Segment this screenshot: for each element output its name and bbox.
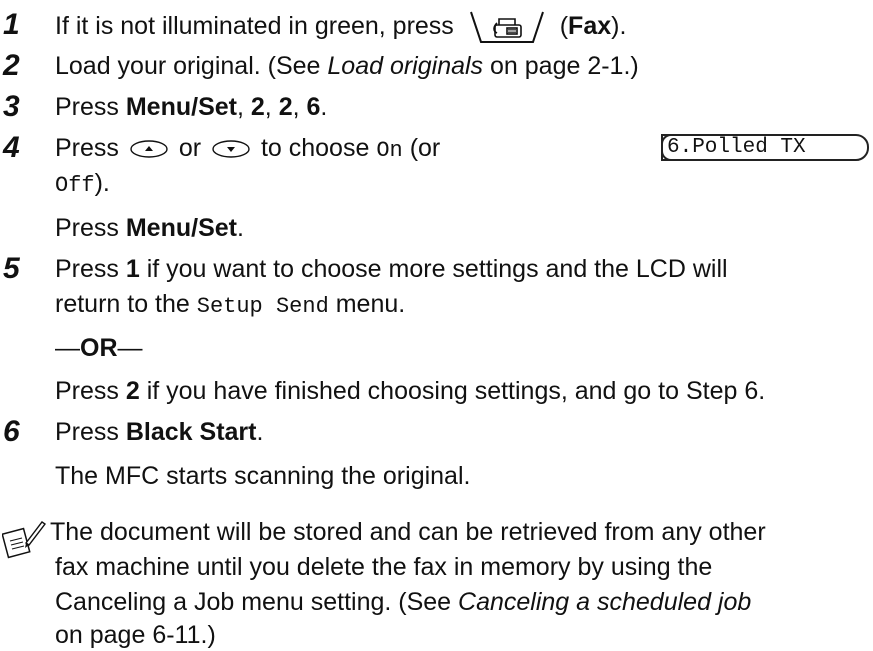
down-arrow-key-icon xyxy=(212,140,250,158)
step-6-text: Press Black Start. xyxy=(55,418,264,446)
step-2-text: Load your original. (See Load originals … xyxy=(55,52,639,80)
step-number: 6 xyxy=(3,415,20,448)
step-1-text: If it is not illuminated in green, press… xyxy=(55,10,626,44)
note-pencil-icon xyxy=(2,521,46,559)
fax-key-icon xyxy=(469,11,544,43)
note-line-3: Canceling a Job menu setting. (See Cance… xyxy=(55,588,752,616)
step-number: 1 xyxy=(3,8,20,41)
step-3-text: Press Menu/Set, 2, 2, 6. xyxy=(55,93,328,121)
step-5-text: Press 1 if you want to choose more setti… xyxy=(55,255,728,283)
step-6-result: The MFC starts scanning the original. xyxy=(55,462,471,490)
step-5-alternative: Press 2 if you have finished choosing se… xyxy=(55,377,766,405)
note-line-4: on page 6-11.) xyxy=(55,621,216,649)
up-arrow-key-icon xyxy=(130,140,168,158)
step-number: 2 xyxy=(3,49,20,82)
manual-page: 1 If it is not illuminated in green, pre… xyxy=(0,0,873,651)
step-4-text-cont: Off). xyxy=(55,169,110,198)
step-4-press-menu: Press Menu/Set. xyxy=(55,214,244,242)
step-number: 3 xyxy=(3,90,20,123)
or-separator: —OR— xyxy=(55,334,143,362)
step-number: 5 xyxy=(3,252,20,285)
step-5-text-cont: return to the Setup Send menu. xyxy=(55,290,406,319)
lcd-display: 6.Polled TX xyxy=(661,134,869,161)
note-line-1: The document will be stored and can be r… xyxy=(50,518,766,546)
step-4-text: Press or to choose On (or xyxy=(55,134,441,163)
note-line-2: fax machine until you delete the fax in … xyxy=(55,553,713,581)
step-number: 4 xyxy=(3,131,20,164)
